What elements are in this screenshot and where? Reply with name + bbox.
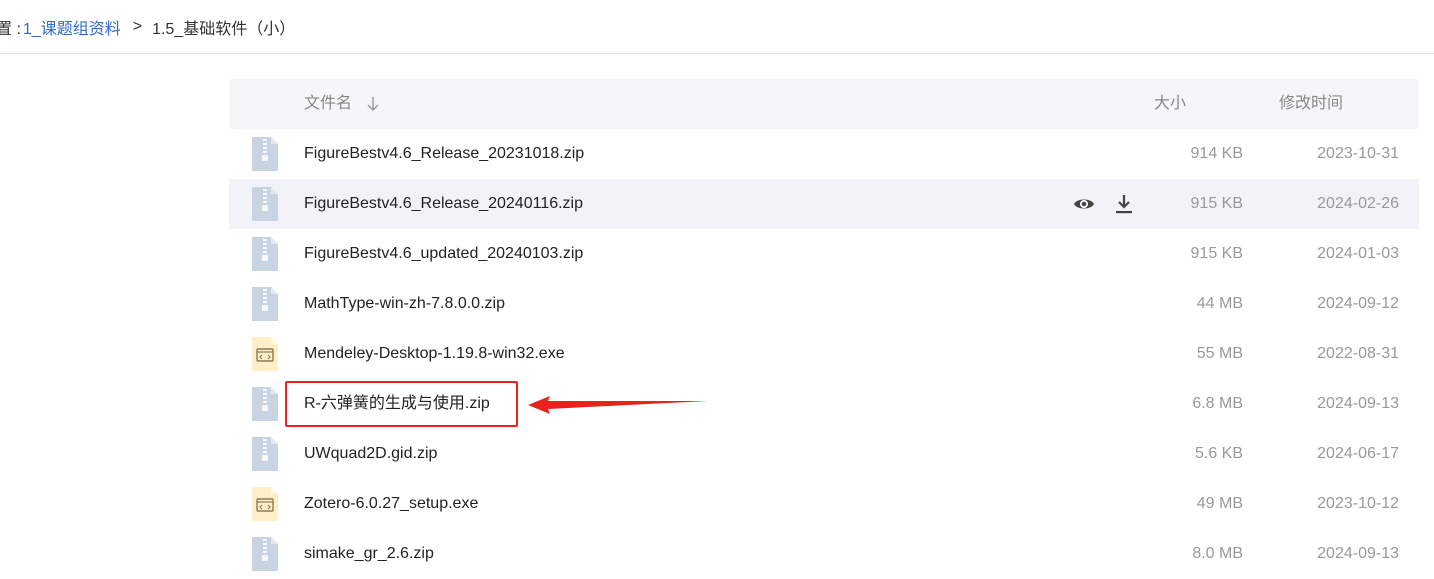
table-row[interactable]: FigureBestv4.6_updated_20240103.zip 915 K… — [229, 229, 1419, 279]
breadcrumb-prefix: 置 : — [0, 20, 21, 38]
file-modified-date: 2023-10-12 — [1317, 495, 1399, 512]
file-modified-date: 2024-06-17 — [1317, 445, 1399, 462]
exe-file-icon — [250, 335, 280, 373]
table-row[interactable]: MathType-win-zh-7.8.0.0.zip 44 MB 2024-09-… — [229, 279, 1419, 329]
file-name-link[interactable]: FigureBestv4.6_updated_20240103.zip — [304, 229, 583, 279]
table-row[interactable]: UWquad2D.gid.zip 5.6 KB 2024-06-17 — [229, 429, 1419, 479]
file-name-link[interactable]: Mendeley-Desktop-1.19.8-win32.exe — [304, 329, 565, 379]
column-header-name[interactable]: 文件名 — [304, 79, 352, 129]
file-name-link[interactable]: FigureBestv4.6_Release_20231018.zip — [304, 129, 584, 179]
file-size: 914 KB — [1190, 145, 1243, 162]
eye-icon[interactable] — [1072, 192, 1096, 216]
breadcrumb-current: 1.5_基础软件（小） — [152, 20, 296, 38]
file-name-link[interactable]: FigureBestv4.6_Release_20240116.zip — [304, 179, 583, 229]
annotation-highlight-box — [285, 381, 518, 427]
file-modified-date: 2024-09-13 — [1317, 545, 1399, 562]
zip-file-icon — [250, 535, 280, 573]
zip-file-icon — [250, 185, 280, 223]
file-name-link[interactable]: MathType-win-zh-7.8.0.0.zip — [304, 279, 505, 329]
table-row[interactable]: Zotero-6.0.27_setup.exe 49 MB 2023-10-12 — [229, 479, 1419, 529]
exe-file-icon — [250, 485, 280, 523]
breadcrumb-separator: > — [132, 17, 143, 35]
breadcrumb-parent-link[interactable]: 1_课题组资料 — [23, 15, 121, 39]
zip-file-icon — [250, 235, 280, 273]
zip-file-icon — [250, 385, 280, 423]
download-icon[interactable] — [1112, 192, 1136, 216]
row-actions — [1072, 192, 1136, 216]
file-modified-date: 2023-10-31 — [1317, 145, 1399, 162]
file-size: 49 MB — [1196, 495, 1243, 512]
column-header-modified[interactable]: 修改时间 — [1279, 79, 1343, 129]
table-row[interactable]: simake_gr_2.6.zip 8.0 MB 2024-09-13 — [229, 529, 1419, 579]
file-size: 6.8 MB — [1192, 395, 1243, 412]
file-modified-date: 2024-02-26 — [1317, 195, 1399, 212]
zip-file-icon — [250, 285, 280, 323]
file-size: 915 KB — [1190, 195, 1243, 212]
zip-file-icon — [250, 135, 280, 173]
file-size: 915 KB — [1190, 245, 1243, 262]
file-size: 8.0 MB — [1192, 545, 1243, 562]
file-name-link[interactable]: simake_gr_2.6.zip — [304, 529, 434, 579]
file-size: 5.6 KB — [1194, 445, 1243, 462]
annotation-arrow-icon — [528, 396, 708, 414]
arrow-down-icon[interactable] — [367, 96, 379, 112]
table-row[interactable]: FigureBestv4.6_Release_20240116.zip 915 K… — [229, 179, 1419, 229]
breadcrumb: 置 : 1_课题组资料 > 1.5_基础软件（小） — [0, 0, 1434, 54]
file-modified-date: 2024-09-13 — [1317, 395, 1399, 412]
file-size: 44 MB — [1196, 295, 1243, 312]
table-header: 文件名 大小 修改时间 — [229, 79, 1419, 129]
file-modified-date: 2024-01-03 — [1317, 245, 1399, 262]
file-modified-date: 2022-08-31 — [1317, 345, 1399, 362]
file-modified-date: 2024-09-12 — [1317, 295, 1399, 312]
table-row[interactable]: Mendeley-Desktop-1.19.8-win32.exe 55 MB 20… — [229, 329, 1419, 379]
file-list: FigureBestv4.6_Release_20231018.zip 914 K… — [229, 129, 1419, 579]
file-name-link[interactable]: UWquad2D.gid.zip — [304, 429, 437, 479]
column-header-size[interactable]: 大小 — [1154, 79, 1186, 129]
table-row[interactable]: FigureBestv4.6_Release_20231018.zip 914 K… — [229, 129, 1419, 179]
zip-file-icon — [250, 435, 280, 473]
file-name-link[interactable]: Zotero-6.0.27_setup.exe — [304, 479, 478, 529]
file-table: 文件名 大小 修改时间 FigureBestv4.6_Release_20231… — [229, 79, 1419, 579]
file-size: 55 MB — [1196, 345, 1243, 362]
